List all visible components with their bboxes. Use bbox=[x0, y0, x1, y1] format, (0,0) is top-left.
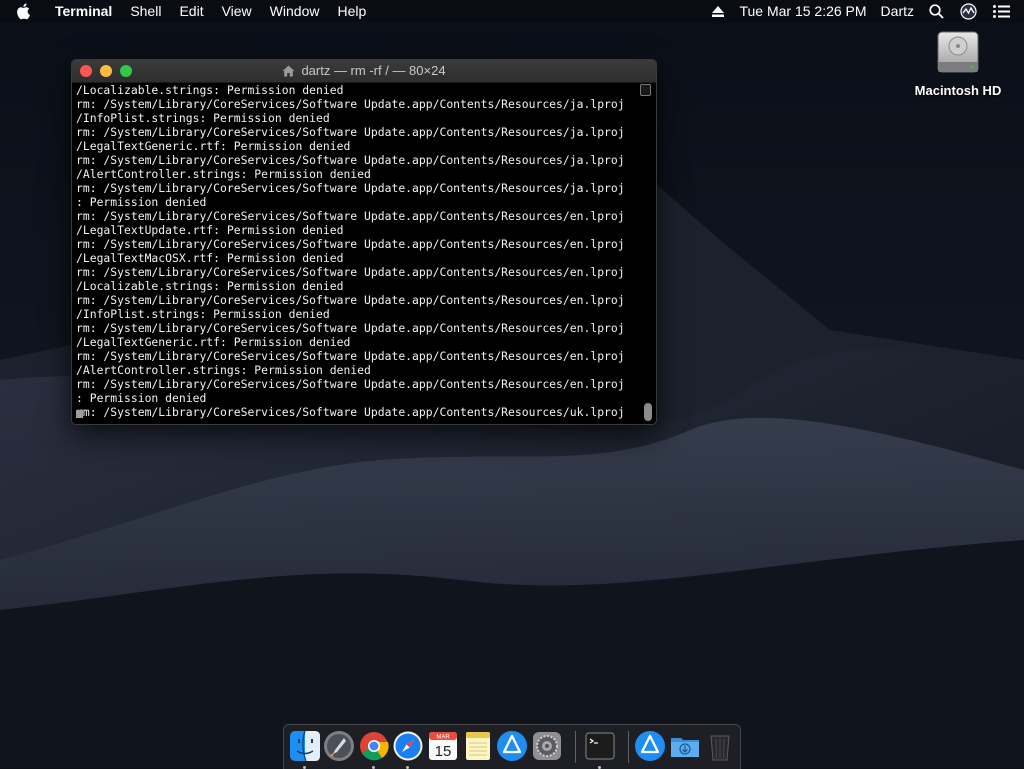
terminal-line: rm: /System/Library/CoreServices/Softwar… bbox=[76, 97, 625, 111]
spotlight-search-icon[interactable] bbox=[921, 3, 952, 19]
dock-calendar[interactable]: MAR 15 bbox=[427, 730, 459, 762]
terminal-line: rm: /System/Library/CoreServices/Softwar… bbox=[76, 349, 625, 363]
dock-safari[interactable] bbox=[392, 730, 424, 769]
terminal-line: rm: /System/Library/CoreServices/Softwar… bbox=[76, 153, 625, 167]
menu-bar: Terminal Shell Edit View Window Help Tue… bbox=[0, 0, 1024, 22]
window-title: dartz — rm -rf / — 80×24 bbox=[301, 63, 446, 78]
terminal-line: /AlertController.strings: Permission den… bbox=[76, 167, 371, 181]
notification-center-icon[interactable] bbox=[985, 4, 1018, 18]
dock-separator bbox=[575, 731, 576, 763]
siri-icon[interactable] bbox=[952, 2, 985, 20]
terminal-line: rm: /System/Library/CoreServices/Softwar… bbox=[76, 125, 625, 139]
hard-drive-icon bbox=[937, 31, 979, 73]
terminal-line: rm: /System/Library/CoreServices/Softwar… bbox=[76, 209, 625, 223]
dock-separator bbox=[628, 731, 629, 763]
split-pane-button[interactable] bbox=[640, 84, 651, 96]
dock-finder[interactable] bbox=[289, 730, 321, 769]
dock-app-store[interactable] bbox=[496, 730, 528, 762]
terminal-icon bbox=[585, 732, 615, 760]
chrome-icon bbox=[360, 732, 389, 761]
terminal-line: /Localizable.strings: Permission denied bbox=[76, 83, 344, 97]
calendar-day: 15 bbox=[435, 743, 452, 760]
dock-downloads-folder[interactable] bbox=[669, 730, 701, 762]
home-folder-icon bbox=[282, 65, 295, 77]
menu-view[interactable]: View bbox=[213, 0, 261, 22]
terminal-output[interactable]: /Localizable.strings: Permission denied r… bbox=[76, 83, 636, 420]
downloads-folder-icon bbox=[671, 738, 699, 757]
menu-app-name[interactable]: Terminal bbox=[46, 0, 121, 22]
calendar-month: MAR bbox=[436, 735, 450, 741]
terminal-line: rm: /System/Library/CoreServices/Softwar… bbox=[76, 265, 625, 279]
scrollbar-thumb[interactable] bbox=[644, 403, 652, 421]
terminal-cursor bbox=[76, 410, 83, 418]
dock-system-preferences[interactable] bbox=[531, 730, 563, 762]
eject-icon[interactable] bbox=[704, 5, 732, 17]
macintosh-hd-desktop-icon[interactable]: Macintosh HD bbox=[908, 28, 1008, 98]
menu-window[interactable]: Window bbox=[261, 0, 329, 22]
terminal-line: /InfoPlist.strings: Permission denied bbox=[76, 111, 330, 125]
dock: MAR 15 bbox=[283, 724, 741, 769]
calendar-icon: MAR 15 bbox=[429, 732, 457, 760]
menu-user[interactable]: Dartz bbox=[874, 0, 921, 22]
menu-edit[interactable]: Edit bbox=[170, 0, 212, 22]
terminal-scrollbar[interactable] bbox=[640, 83, 652, 421]
dock-notes[interactable] bbox=[462, 730, 494, 762]
terminal-line: /Localizable.strings: Permission denied bbox=[76, 279, 344, 293]
terminal-window[interactable]: dartz — rm -rf / — 80×24 /Localizable.st… bbox=[71, 59, 657, 425]
system-preferences-icon bbox=[533, 732, 561, 760]
terminal-line: rm: /System/Library/CoreServices/Softwar… bbox=[76, 405, 625, 419]
dock-terminal[interactable] bbox=[584, 730, 616, 769]
dock-chrome[interactable] bbox=[358, 730, 390, 769]
terminal-line: rm: /System/Library/CoreServices/Softwar… bbox=[76, 321, 625, 335]
window-title-container: dartz — rm -rf / — 80×24 bbox=[72, 60, 656, 82]
terminal-line: rm: /System/Library/CoreServices/Softwar… bbox=[76, 181, 625, 195]
window-titlebar[interactable]: dartz — rm -rf / — 80×24 bbox=[72, 60, 656, 83]
launchpad-icon bbox=[324, 731, 354, 761]
terminal-line: /LegalTextGeneric.rtf: Permission denied bbox=[76, 335, 351, 349]
menu-clock[interactable]: Tue Mar 15 2:26 PM bbox=[732, 0, 873, 22]
terminal-line: : Permission denied bbox=[76, 391, 207, 405]
terminal-line: /LegalTextMacOSX.rtf: Permission denied bbox=[76, 251, 344, 265]
notes-icon bbox=[466, 732, 490, 760]
terminal-line: : Permission denied bbox=[76, 195, 207, 209]
terminal-line: rm: /System/Library/CoreServices/Softwar… bbox=[76, 237, 625, 251]
terminal-line: /LegalTextGeneric.rtf: Permission denied bbox=[76, 139, 351, 153]
dock-app-store-folder[interactable] bbox=[634, 730, 666, 762]
trash-icon bbox=[710, 735, 730, 761]
dock-launchpad[interactable] bbox=[323, 730, 355, 762]
terminal-line: /AlertController.strings: Permission den… bbox=[76, 363, 371, 377]
finder-icon bbox=[290, 730, 320, 762]
terminal-line: rm: /System/Library/CoreServices/Softwar… bbox=[76, 377, 625, 391]
safari-icon bbox=[393, 731, 423, 761]
menu-shell[interactable]: Shell bbox=[121, 0, 170, 22]
app-store-folder-icon bbox=[635, 731, 665, 761]
menu-help[interactable]: Help bbox=[328, 0, 375, 22]
terminal-line: /LegalTextUpdate.rtf: Permission denied bbox=[76, 223, 344, 237]
dock-trash[interactable] bbox=[704, 730, 736, 762]
apple-menu-icon[interactable] bbox=[16, 2, 32, 20]
app-store-icon bbox=[497, 731, 527, 761]
terminal-line: /InfoPlist.strings: Permission denied bbox=[76, 307, 330, 321]
macintosh-hd-label: Macintosh HD bbox=[914, 83, 1002, 98]
terminal-line: rm: /System/Library/CoreServices/Softwar… bbox=[76, 293, 625, 307]
